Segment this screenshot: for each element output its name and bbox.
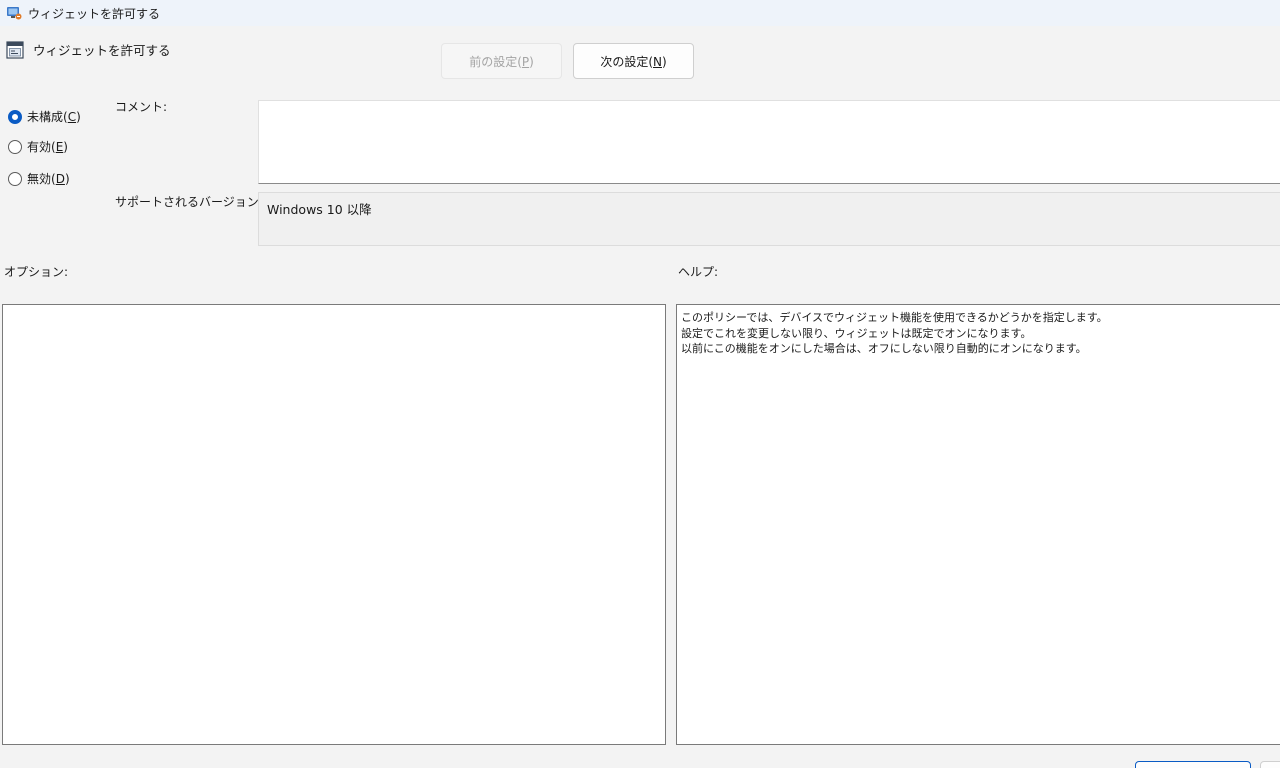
policy-heading: ウィジェットを許可する xyxy=(6,40,171,59)
policy-editor-icon xyxy=(7,7,22,20)
supported-version-value: Windows 10 以降 xyxy=(267,202,372,217)
radio-label-disabled: 無効(D) xyxy=(27,172,70,186)
help-text-pane[interactable]: このポリシーでは、デバイスでウィジェット機能を使用できるかどうかを指定します。 … xyxy=(676,304,1280,745)
radio-indicator-selected[interactable] xyxy=(8,109,22,124)
help-line: 以前にこの機能をオンにした場合は、オフにしない限り自動的にオンになります。 xyxy=(681,342,1087,355)
comment-textarea[interactable] xyxy=(258,100,1280,184)
supported-version-label: サポートされるバージョン: xyxy=(115,195,263,209)
previous-setting-button[interactable]: 前の設定(P) xyxy=(441,43,562,79)
window-title: ウィジェットを許可する xyxy=(28,6,161,21)
title-bar: ウィジェットを許可する xyxy=(0,0,1280,26)
options-pane xyxy=(2,304,666,745)
radio-indicator[interactable] xyxy=(8,139,22,154)
radio-label-not-configured: 未構成(C) xyxy=(27,110,81,124)
policy-setting-icon xyxy=(6,40,24,59)
radio-indicator[interactable] xyxy=(8,171,22,186)
radio-disabled[interactable]: 無効(D) xyxy=(8,170,70,187)
next-setting-button[interactable]: 次の設定(N) xyxy=(573,43,694,79)
previous-setting-label: 前の設定(P) xyxy=(469,54,534,69)
supported-version-field: Windows 10 以降 xyxy=(258,192,1280,246)
next-setting-label: 次の設定(N) xyxy=(600,54,667,69)
ok-button[interactable] xyxy=(1135,761,1251,768)
radio-enabled[interactable]: 有効(E) xyxy=(8,138,68,155)
radio-not-configured[interactable]: 未構成(C) xyxy=(8,108,81,125)
policy-name: ウィジェットを許可する xyxy=(33,43,171,58)
help-line: 設定でこれを変更しない限り、ウィジェットは既定でオンになります。 xyxy=(681,326,1032,340)
comment-label: コメント: xyxy=(115,100,168,114)
cancel-button[interactable] xyxy=(1260,761,1280,768)
help-label: ヘルプ: xyxy=(678,265,719,279)
options-label: オプション: xyxy=(4,265,69,279)
help-line: このポリシーでは、デバイスでウィジェット機能を使用できるかどうかを指定します。 xyxy=(681,311,1108,324)
radio-label-enabled: 有効(E) xyxy=(27,140,68,154)
